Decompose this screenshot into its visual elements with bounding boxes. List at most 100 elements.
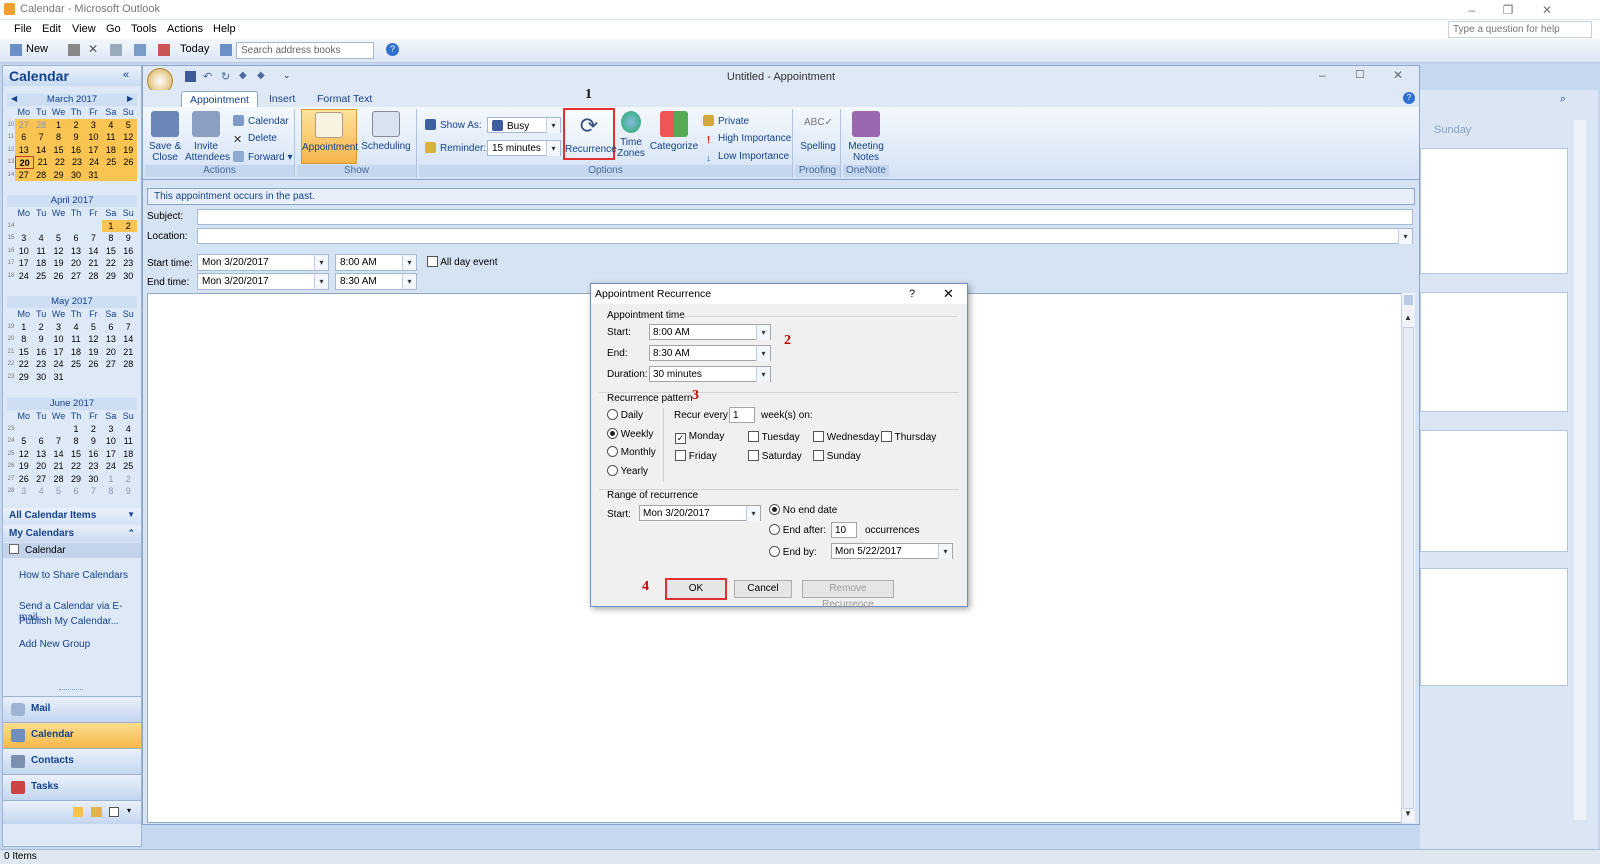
link-publish-calendar[interactable]: Publish My Calendar... [19,616,119,627]
day-cell[interactable]: 29 [102,270,119,283]
meeting-notes-button[interactable]: Meeting Notes [845,111,887,163]
day-cell[interactable]: 6 [15,131,33,144]
chevron-down-icon[interactable]: ▼ [127,510,135,519]
day-cell[interactable]: 17 [102,448,119,461]
day-cell[interactable]: 22 [67,460,84,473]
day-cell[interactable]: 21 [85,257,102,270]
day-cell[interactable]: 7 [85,232,102,245]
radio-daily-button[interactable] [607,409,618,420]
today-button[interactable]: Today [180,43,209,55]
shortcuts-icon[interactable] [109,807,119,817]
radio-monthly[interactable]: Monthly [607,446,656,458]
day-cell[interactable]: 15 [67,448,84,461]
day-cell[interactable]: 10 [84,131,103,144]
day-cell[interactable]: 24 [102,460,119,473]
menu-file[interactable]: File [14,23,32,35]
menu-go[interactable]: Go [106,23,121,35]
calendar-list-item[interactable]: Calendar [3,543,141,558]
dialog-close-icon[interactable]: ✕ [943,286,954,302]
next-month-icon[interactable]: ▶ [127,94,133,103]
send-receive-icon[interactable] [134,44,146,56]
day-cell[interactable]: 8 [15,333,32,346]
day-cell[interactable]: 23 [32,358,49,371]
day-thursday-checkbox[interactable] [881,431,892,442]
day-cell[interactable]: 8 [102,485,119,498]
close-icon[interactable]: ✕ [1537,2,1557,18]
app-minimize-icon[interactable]: – [1319,68,1326,82]
day-cell[interactable]: 2 [119,219,137,232]
appointment-view-button[interactable]: Appointment [301,109,358,164]
day-cell[interactable]: 4 [120,423,137,436]
day-cell[interactable]: 7 [120,321,137,334]
tab-format-text[interactable]: Format Text [309,91,380,107]
scroll-down-icon[interactable]: ▼ [1404,809,1412,818]
day-saturday-checkbox[interactable] [748,450,759,461]
day-cell[interactable]: 24 [85,156,103,169]
right-scrollbar[interactable] [1574,120,1586,820]
day-cell[interactable]: 5 [50,232,67,245]
day-cell[interactable]: 27 [32,473,49,486]
day-cell[interactable]: 25 [102,156,120,169]
dialog-start-time[interactable]: 8:00 AM ▾ [649,324,771,340]
day-cell[interactable] [67,220,84,233]
day-cell[interactable] [102,168,120,181]
move-icon[interactable] [110,44,122,56]
day-tuesday-checkbox[interactable] [748,431,759,442]
day-cell[interactable]: 28 [85,270,102,283]
ok-button[interactable]: OK [665,578,727,600]
day-cell[interactable]: 7 [50,435,67,448]
day-cell[interactable]: 9 [120,232,137,245]
day-cell[interactable]: 6 [32,435,49,448]
end-by-date[interactable]: Mon 5/22/2017 ▾ [831,543,953,559]
day-cell[interactable] [85,220,102,233]
start-time-picker[interactable]: 8:00 AM ▾ [335,254,417,271]
day-cell[interactable]: 3 [84,118,103,131]
day-cell[interactable]: 11 [67,333,84,346]
day-cell[interactable]: 18 [67,346,84,359]
scroll-up-icon[interactable]: ▲ [1404,313,1412,322]
day-cell[interactable]: 22 [102,257,119,270]
day-cell[interactable]: 5 [15,435,32,448]
low-importance-button[interactable]: ↓ Low Importance [703,151,789,164]
chevron-down-icon[interactable]: ▾ [1398,229,1412,244]
day-cell[interactable]: 23 [68,156,86,169]
day-sunday-checkbox[interactable] [813,450,824,461]
radio-no-end-date[interactable]: No end date [769,504,837,516]
day-cell[interactable] [85,371,102,384]
calendar-icon[interactable] [158,44,170,56]
day-cell[interactable]: 27 [15,168,33,181]
day-cell[interactable]: 18 [32,257,49,270]
ruler-toggle-icon[interactable] [1404,295,1413,305]
day-cell[interactable]: 4 [32,485,49,498]
tab-appointment[interactable]: Appointment [181,91,258,107]
day-cell[interactable]: 30 [67,168,85,181]
dialog-help-icon[interactable]: ? [909,288,915,300]
nav-mail-button[interactable]: Mail [3,696,141,722]
day-cell[interactable]: 2 [67,118,85,131]
duration-dropdown[interactable]: 30 minutes ▾ [649,366,771,382]
day-cell[interactable]: 1 [67,423,84,436]
time-zones-button[interactable]: Time Zones [617,111,645,159]
nav-tasks-button[interactable]: Tasks [3,774,141,800]
minimize-icon[interactable]: – [1462,2,1482,18]
day-cell[interactable]: 16 [85,448,102,461]
delete-button[interactable]: ✕ Delete [233,133,277,147]
splitter-handle[interactable] [59,689,83,692]
search-icon[interactable]: ⌕ [1560,93,1576,107]
day-cell[interactable]: 30 [85,473,102,486]
day-cell[interactable]: 30 [120,270,137,283]
subject-input[interactable] [197,209,1413,225]
app-close-icon[interactable]: ✕ [1393,68,1403,82]
day-cell[interactable]: 13 [67,245,84,258]
day-cell[interactable]: 16 [32,346,49,359]
day-cell[interactable] [120,371,137,384]
day-cell[interactable]: 15 [15,346,32,359]
day-cell[interactable]: 10 [102,435,119,448]
tab-insert[interactable]: Insert [261,91,303,107]
day-cell[interactable]: 13 [32,448,49,461]
day-cell[interactable]: 2 [120,473,137,486]
redo-icon[interactable]: ↻ [221,70,230,83]
day-cell[interactable]: 25 [32,270,49,283]
nav-contacts-button[interactable]: Contacts [3,748,141,774]
show-as-dropdown[interactable]: Busy ▾ [487,117,561,133]
